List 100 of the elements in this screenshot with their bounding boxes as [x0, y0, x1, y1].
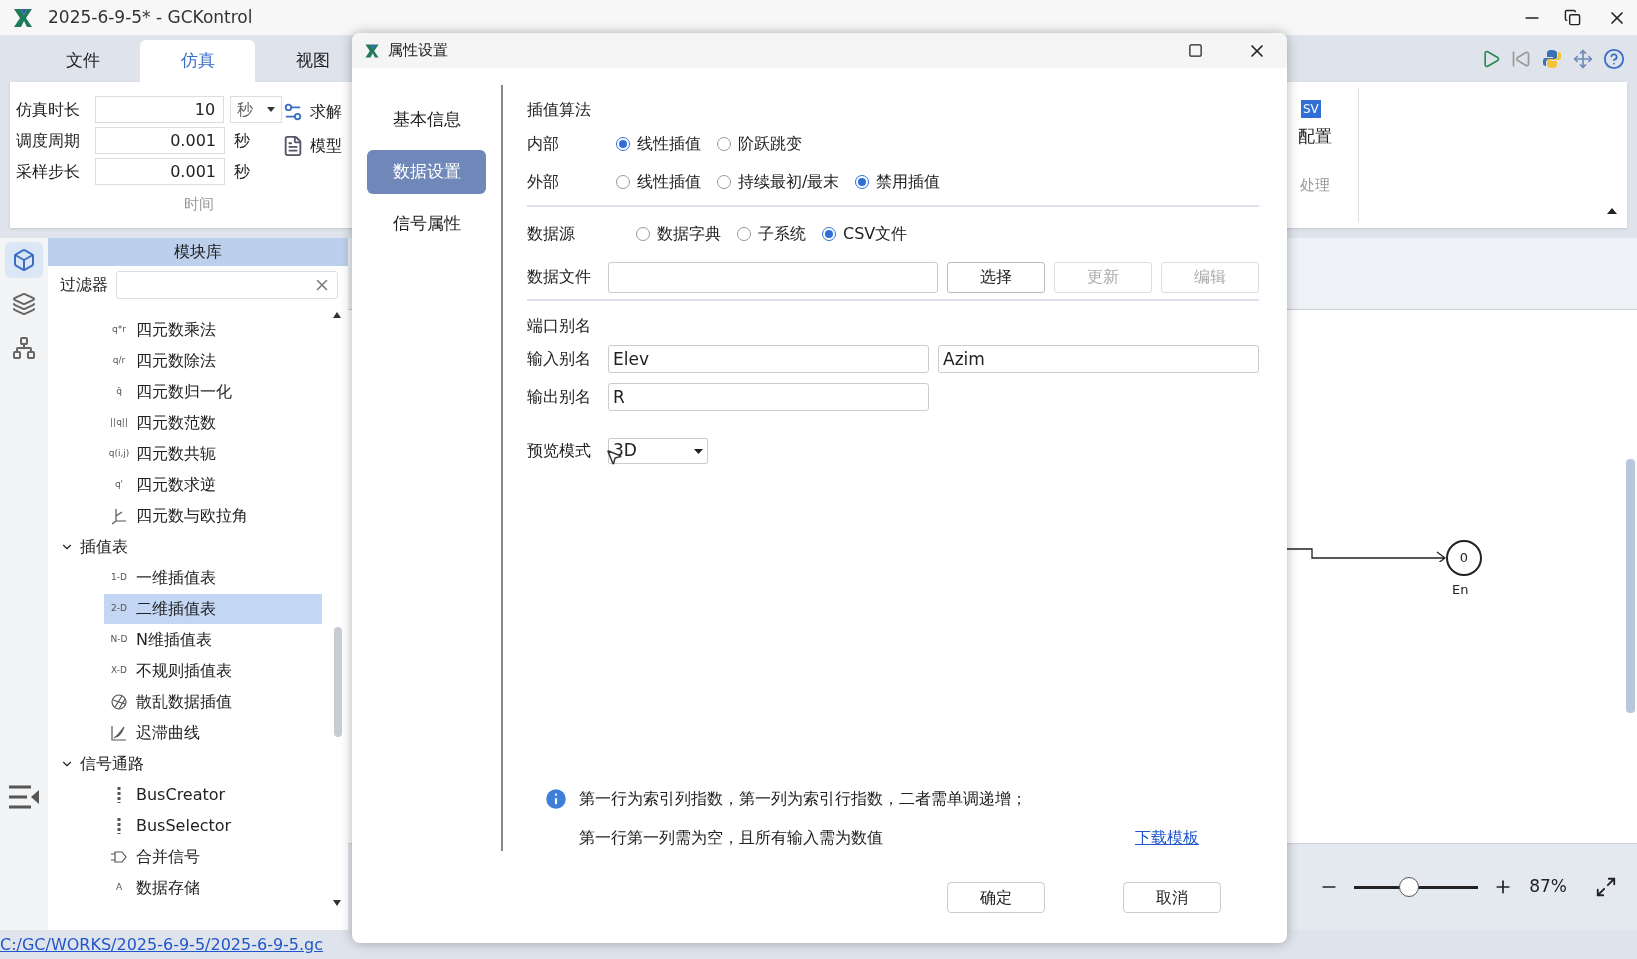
radio-option[interactable]: CSV文件	[822, 222, 908, 246]
ribbon-tab[interactable]: 仿真	[140, 40, 255, 82]
radio-option[interactable]: 线性插值	[616, 170, 701, 194]
tree-group[interactable]: 插值表	[48, 531, 348, 562]
axes-icon	[110, 506, 128, 525]
zoom-reading: 87%	[1529, 875, 1567, 899]
filter-field[interactable]	[116, 271, 338, 299]
radio-option[interactable]: 持续最初/最末	[717, 170, 840, 194]
tree-item[interactable]: q(i,j) 四元数共轭	[104, 438, 322, 469]
collapse-panel-icon[interactable]	[7, 784, 41, 810]
tree-item[interactable]: A 数据存储	[104, 872, 322, 903]
block-symbol-label: q*r	[111, 322, 127, 336]
panel-header: 模块库	[48, 238, 348, 266]
note-text: 第一行第一列需为空，且所有输入需为数值	[579, 827, 883, 849]
scrollbar-thumb[interactable]	[334, 627, 342, 737]
number-field[interactable]: 10	[94, 96, 225, 123]
block-symbol-label: q/r	[111, 353, 127, 367]
bus-icon	[117, 786, 121, 803]
nav-item[interactable]: 信号属性	[367, 202, 486, 246]
file-path-link[interactable]: C:/GC/WORKS/2025-6-9-5/2025-6-9-5.gc	[0, 932, 324, 957]
field-label: 外部	[527, 171, 560, 193]
scatter-icon	[110, 692, 128, 711]
radio-option[interactable]: 子系统	[737, 222, 806, 246]
field-label: 仿真时长	[16, 98, 81, 121]
fit-screen-icon[interactable]	[1595, 876, 1617, 898]
unit-dropdown[interactable]: 秒	[230, 96, 282, 123]
tree-item[interactable]: q' 四元数求逆	[104, 469, 322, 500]
download-template-link[interactable]: 下载模板	[1135, 826, 1199, 850]
unit-label: 秒	[234, 129, 250, 152]
file-path-field[interactable]	[608, 261, 938, 293]
tree-item[interactable]: N-D N维插值表	[104, 624, 322, 655]
radio-option[interactable]: 阶跃跳变	[717, 132, 802, 156]
tree-item[interactable]: 散乱数据插值	[104, 686, 322, 717]
tree-item[interactable]: X-D 不规则插值表	[104, 655, 322, 686]
block-symbol-label: 1-D	[110, 570, 128, 584]
field-label: 输入别名	[527, 348, 592, 370]
tree-item[interactable]: 1-D 一维插值表	[104, 562, 322, 593]
group-caption: 时间	[184, 194, 214, 215]
sliders-icon	[282, 101, 304, 123]
help-icon[interactable]	[1603, 47, 1625, 70]
tree-item[interactable]: q*r 四元数乘法	[104, 314, 322, 345]
tree-item[interactable]: 合并信号	[104, 841, 322, 872]
bus-icon	[117, 817, 121, 834]
radio-option[interactable]: 线性插值	[616, 132, 701, 156]
caret-icon	[694, 448, 703, 454]
block-symbol-label: ||q||	[109, 415, 129, 429]
ribbon-tab[interactable]: 文件	[25, 40, 140, 82]
block-symbol-label: X-D	[110, 663, 128, 677]
ribbon-button[interactable]: 求解	[282, 100, 342, 124]
tree-item[interactable]: 2-D 二维插值表	[104, 593, 322, 624]
tree-item[interactable]: 迟滞曲线	[104, 717, 322, 748]
tree-item[interactable]: BusCreator	[104, 779, 322, 810]
dialog-button[interactable]: 取消	[1123, 882, 1221, 913]
unit-label: 秒	[234, 160, 250, 183]
nav-item[interactable]: 数据设置	[367, 150, 486, 194]
tree-item[interactable]: ||q|| 四元数范数	[104, 407, 322, 438]
tree-item[interactable]: q/r 四元数除法	[104, 345, 322, 376]
tree-item[interactable]: BusSelector	[104, 810, 322, 841]
field-label: 预览模式	[527, 440, 592, 462]
dialog-button[interactable]: 确定	[947, 882, 1045, 913]
field-label: 数据文件	[527, 266, 592, 288]
outport-node[interactable]: 0	[1446, 540, 1482, 576]
move-icon[interactable]	[1573, 48, 1593, 69]
hierarchy-icon	[12, 336, 36, 360]
alias-field[interactable]: Azim	[938, 345, 1259, 373]
note-text: 第一行为索引列指数，第一列为索引行指数，二者需单调递增；	[579, 788, 1027, 810]
collapse-ribbon-icon[interactable]	[1607, 208, 1617, 214]
app-logo-icon	[12, 6, 34, 29]
block-symbol-label: 2-D	[110, 601, 128, 615]
restore-icon[interactable]	[1564, 9, 1581, 26]
layers-icon	[12, 292, 36, 316]
radio-option[interactable]: 禁用插值	[855, 170, 941, 194]
block-symbol-label: q(i,j)	[107, 446, 131, 460]
ribbon-button[interactable]: 模型	[282, 134, 342, 158]
file-button[interactable]: 选择	[947, 261, 1045, 293]
block-symbol-label: q'	[113, 477, 125, 491]
tree-item[interactable]: 四元数与欧拉角	[104, 500, 322, 531]
block-symbol-label: A	[114, 880, 124, 894]
group-caption: 处理	[1300, 174, 1330, 196]
side-tab[interactable]	[5, 242, 43, 278]
output-config-button[interactable]: SV 配置	[1298, 100, 1332, 150]
scroll-up-icon[interactable]	[333, 312, 341, 318]
number-field[interactable]: 0.001	[95, 158, 225, 185]
tree-item[interactable]: q̄ 四元数归一化	[104, 376, 322, 407]
run-icon[interactable]	[1481, 48, 1501, 69]
radio-option[interactable]: 数据字典	[636, 222, 721, 246]
tree-group[interactable]: 信号通路	[48, 748, 348, 779]
number-field[interactable]: 0.001	[95, 127, 225, 154]
info-icon	[543, 786, 569, 812]
section-title: 插值算法	[527, 99, 592, 121]
alias-field[interactable]: Elev	[608, 345, 929, 373]
slider-thumb[interactable]	[1398, 877, 1419, 897]
nav-item[interactable]: 基本信息	[367, 98, 486, 142]
ribbon-tab[interactable]: 视图	[255, 40, 370, 82]
interlocked-shapes-icon[interactable]	[1541, 47, 1563, 70]
scroll-down-icon[interactable]	[333, 900, 341, 906]
maximize-icon[interactable]	[1188, 43, 1203, 58]
alias-field[interactable]: R	[608, 383, 929, 411]
scrollbar-thumb[interactable]	[1626, 459, 1635, 713]
field-label: 内部	[527, 133, 560, 155]
